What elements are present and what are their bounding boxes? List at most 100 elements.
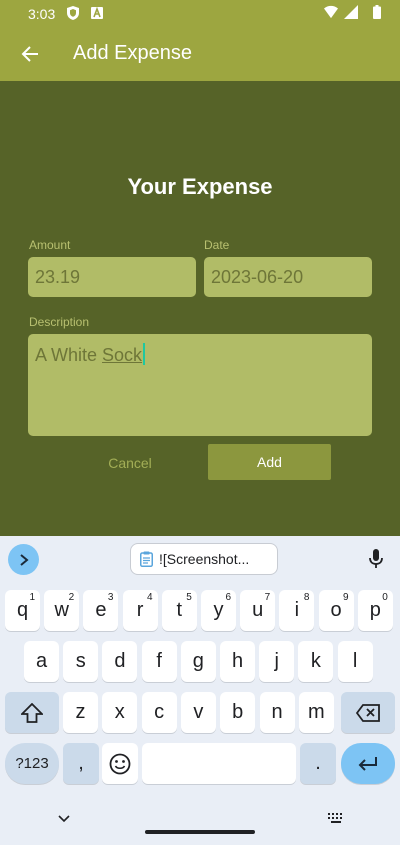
key-label: p: [369, 599, 381, 621]
key-q[interactable]: q1: [5, 590, 40, 631]
clipboard-suggestion-text: ![Screenshot...: [159, 551, 250, 567]
key-hint: 2: [68, 592, 75, 603]
date-field[interactable]: 2023-06-20: [204, 257, 372, 297]
key-x[interactable]: x: [102, 692, 138, 733]
key-p[interactable]: p0: [357, 590, 393, 631]
key-label: r: [136, 599, 144, 621]
key-z[interactable]: z: [63, 692, 98, 733]
key-label: l: [352, 650, 358, 672]
key-label: j: [274, 650, 279, 672]
key-k[interactable]: k: [298, 641, 334, 682]
key-label: d: [114, 650, 126, 672]
key-w[interactable]: w2: [44, 590, 80, 631]
key-v[interactable]: v: [180, 692, 216, 733]
description-field[interactable]: A White Sock: [28, 334, 372, 436]
key-label: w: [54, 599, 69, 621]
key-label: t: [176, 599, 183, 621]
page-title: Add Expense: [73, 42, 192, 64]
key-m[interactable]: m: [298, 692, 334, 733]
space-key[interactable]: [142, 743, 296, 784]
key-j[interactable]: j: [259, 641, 295, 682]
key-t[interactable]: t5: [161, 590, 197, 631]
key-e[interactable]: e3: [83, 590, 119, 631]
description-text: A White: [35, 345, 103, 365]
back-arrow-icon: [21, 46, 38, 62]
amount-field[interactable]: 23.19: [28, 257, 196, 297]
key-label: a: [35, 650, 48, 672]
chevron-right-icon: [19, 553, 29, 566]
key-l[interactable]: l: [337, 641, 373, 682]
shift-key[interactable]: [5, 692, 59, 733]
key-label: k: [310, 650, 321, 672]
status-time: 3:03: [28, 6, 56, 22]
key-label: o: [330, 599, 342, 621]
key-hint: 4: [147, 592, 153, 603]
mic-button[interactable]: [366, 547, 386, 571]
enter-key[interactable]: [341, 743, 395, 784]
key-u[interactable]: u7: [240, 590, 276, 631]
key-label: c: [154, 701, 165, 723]
key-hint: 6: [225, 592, 231, 603]
battery-icon: [370, 5, 384, 19]
hide-keyboard-button[interactable]: [56, 812, 72, 826]
app-bar: Add Expense: [0, 28, 400, 81]
key-label: u: [252, 599, 264, 621]
key-c[interactable]: c: [141, 692, 177, 733]
back-button[interactable]: [14, 38, 46, 70]
emoji-icon: [109, 753, 131, 774]
key-h[interactable]: h: [220, 641, 255, 682]
keyboard-expand-button[interactable]: [8, 544, 39, 575]
amount-label: Amount: [29, 238, 71, 252]
keyboard-grid-icon: [328, 812, 342, 823]
key-label: h: [231, 650, 244, 672]
text-cursor: [143, 343, 146, 365]
key-s[interactable]: s: [63, 641, 99, 682]
comma-key[interactable]: ,: [63, 743, 99, 784]
key-g[interactable]: g: [180, 641, 216, 682]
key-y[interactable]: y6: [201, 590, 236, 631]
key-a[interactable]: a: [24, 641, 59, 682]
key-r[interactable]: r4: [122, 590, 158, 631]
keyboard-toolbar: ![Screenshot...: [0, 536, 400, 582]
clipboard-icon: [140, 551, 153, 567]
key-d[interactable]: d: [102, 641, 138, 682]
keyboard-switch-button[interactable]: [328, 812, 344, 824]
key-hint: 1: [29, 592, 35, 603]
key-o[interactable]: o9: [318, 590, 354, 631]
emoji-key[interactable]: [102, 743, 138, 784]
wifi-icon: [324, 5, 338, 19]
key-label: m: [307, 701, 325, 723]
key-hint: 7: [264, 592, 271, 603]
clipboard-suggestion[interactable]: ![Screenshot...: [130, 543, 278, 575]
key-hint: 5: [186, 592, 192, 603]
mic-icon: [369, 549, 383, 568]
symbols-key[interactable]: ?123: [5, 743, 59, 784]
key-label: s: [75, 650, 86, 672]
key-f[interactable]: f: [141, 641, 177, 682]
keyboard: ![Screenshot... ?123 , . q 1 w 2 e 3 r 4…: [0, 536, 400, 845]
cancel-button[interactable]: Cancel: [90, 446, 170, 480]
key-b[interactable]: b: [220, 692, 256, 733]
status-bar: 3:03: [0, 0, 400, 28]
chevron-down-icon: [58, 815, 70, 823]
key-label: b: [232, 701, 244, 723]
backspace-key[interactable]: [341, 692, 395, 733]
key-label: y: [213, 599, 224, 621]
add-button[interactable]: Add: [208, 444, 331, 480]
period-key[interactable]: .: [300, 743, 336, 784]
shield-icon: [66, 6, 80, 20]
home-indicator[interactable]: [145, 830, 255, 834]
date-label: Date: [204, 238, 230, 252]
key-label: v: [193, 701, 204, 723]
key-label: q: [16, 599, 29, 621]
key-hint: 0: [382, 592, 388, 603]
description-current-word: Sock: [102, 345, 143, 365]
key-hint: 3: [107, 592, 114, 603]
key-n[interactable]: n: [259, 692, 295, 733]
key-label: f: [156, 650, 162, 672]
key-i[interactable]: i8: [279, 590, 315, 631]
key-label: x: [114, 701, 125, 723]
key-hint: 8: [303, 592, 310, 603]
a-box-icon: [90, 6, 104, 20]
description-label: Description: [29, 315, 90, 329]
